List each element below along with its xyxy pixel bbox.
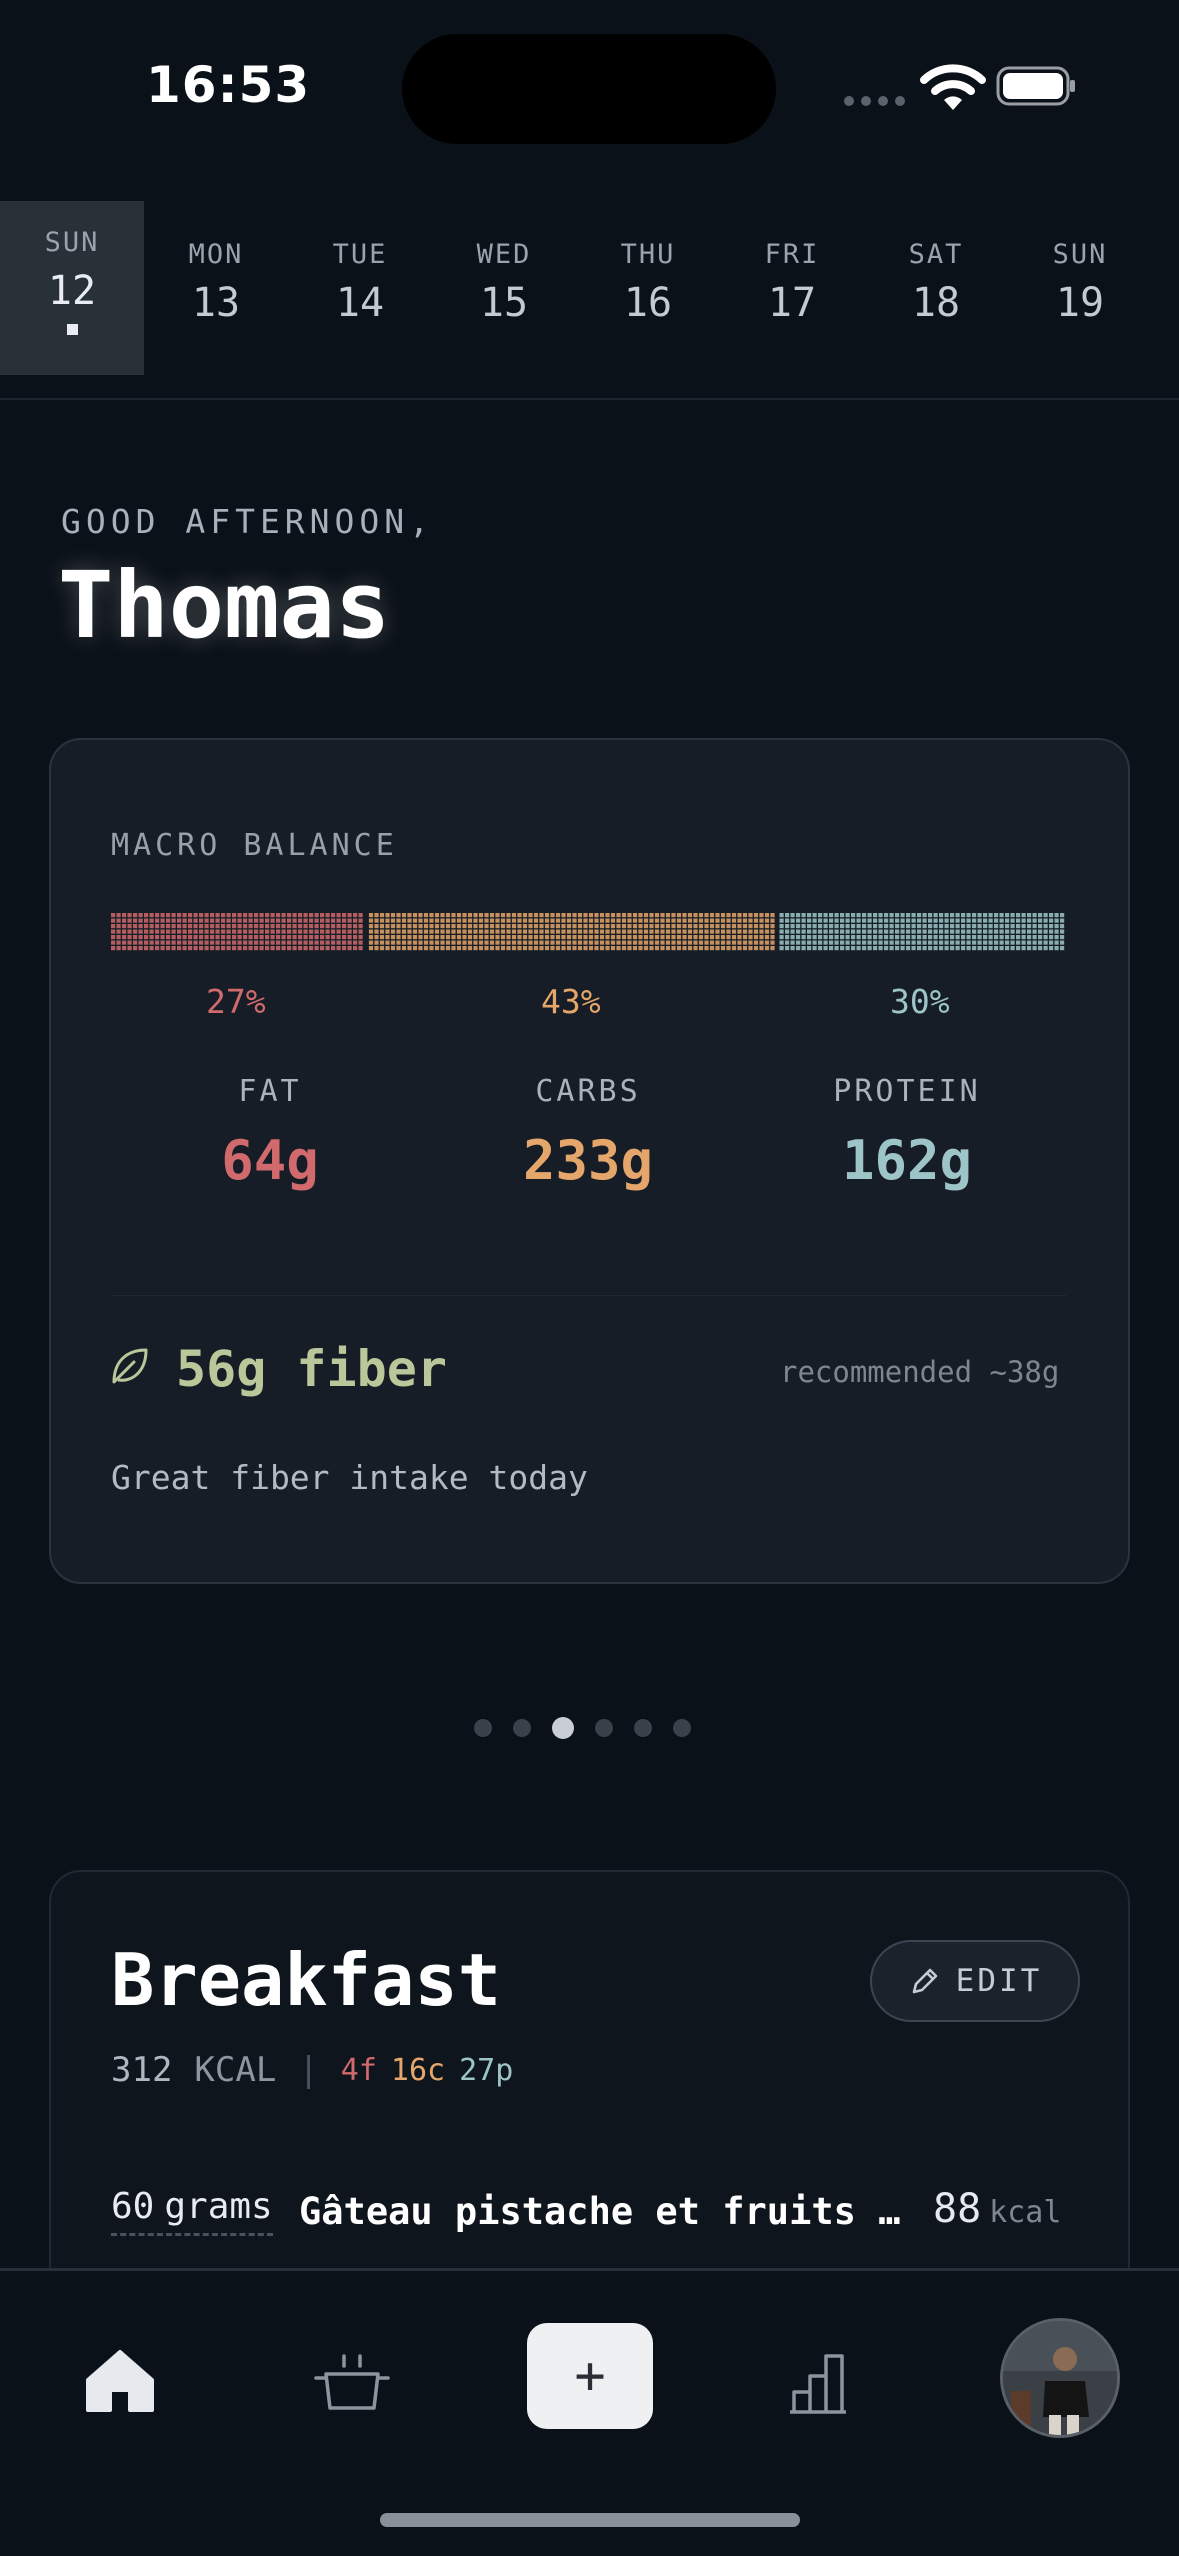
date-tue-14[interactable]: TUE 14 bbox=[288, 201, 432, 375]
dynamic-island bbox=[402, 34, 776, 144]
home-icon[interactable] bbox=[80, 2340, 160, 2420]
day-name: SUN bbox=[1052, 239, 1108, 270]
macro-bar-carbs bbox=[368, 913, 775, 951]
status-time: 16:53 bbox=[146, 56, 311, 114]
day-name: THU bbox=[620, 239, 676, 270]
battery-icon bbox=[996, 66, 1075, 106]
date-sun-12[interactable]: SUN 12 bbox=[0, 201, 144, 375]
day-name: WED bbox=[476, 239, 532, 270]
macro-bar-fat bbox=[111, 913, 363, 951]
meal-title: Breakfast bbox=[111, 1938, 502, 2022]
day-number: 16 bbox=[623, 280, 673, 326]
food-kcal: 88 kcal bbox=[933, 2186, 1061, 2232]
quantity-value: 60 bbox=[111, 2186, 155, 2227]
day-number: 19 bbox=[1055, 280, 1105, 326]
page-dot[interactable] bbox=[513, 1719, 531, 1737]
day-number: 13 bbox=[191, 280, 241, 326]
page-dot[interactable] bbox=[634, 1719, 652, 1737]
date-strip: SUN 12 MON 13 TUE 14 WED 15 THU 16 FRI 1… bbox=[0, 201, 1179, 375]
pot-icon[interactable] bbox=[312, 2340, 392, 2420]
date-wed-15[interactable]: WED 15 bbox=[432, 201, 576, 375]
separator: | bbox=[298, 2050, 319, 2090]
add-icon: + bbox=[574, 2346, 606, 2406]
leaf-icon bbox=[112, 1348, 148, 1384]
macro-carbs: CARBS 233g bbox=[458, 1074, 718, 1192]
fat-percent: 27% bbox=[206, 982, 266, 1021]
day-number: 14 bbox=[335, 280, 385, 326]
protein-percent: 30% bbox=[890, 982, 950, 1021]
meal-protein: 27p bbox=[459, 2052, 514, 2088]
fiber-value: 56g fiber bbox=[176, 1340, 447, 1398]
day-name: MON bbox=[188, 239, 244, 270]
today-indicator bbox=[66, 324, 78, 335]
fiber-recommended: recommended ~38g bbox=[780, 1355, 1060, 1389]
meal-kcal: 312 bbox=[111, 2050, 173, 2090]
macro-label: PROTEIN bbox=[833, 1074, 981, 1109]
day-name: SAT bbox=[908, 239, 964, 270]
macro-bar-protein bbox=[779, 913, 1065, 951]
food-kcal-unit: kcal bbox=[989, 2195, 1062, 2230]
user-name: Thomas bbox=[58, 552, 391, 659]
food-kcal-value: 88 bbox=[933, 2186, 982, 2232]
macro-balance-bar bbox=[111, 913, 1065, 951]
day-number: 12 bbox=[47, 268, 97, 314]
date-thu-16[interactable]: THU 16 bbox=[576, 201, 720, 375]
macro-value: 233g bbox=[522, 1129, 654, 1192]
page-indicator[interactable] bbox=[474, 1717, 691, 1739]
signal-icon bbox=[844, 96, 905, 106]
macro-label: CARBS bbox=[535, 1074, 641, 1109]
food-quantity[interactable]: 60 grams bbox=[111, 2186, 273, 2236]
meal-kcal-unit: KCAL bbox=[194, 2050, 277, 2090]
meal-summary: 312 KCAL | 4f 16c 27p bbox=[111, 2050, 513, 2090]
meal-carbs: 16c bbox=[390, 2052, 446, 2088]
wifi-icon bbox=[920, 64, 986, 110]
meal-fat: 4f bbox=[340, 2052, 377, 2088]
macro-protein: PROTEIN 162g bbox=[777, 1074, 1037, 1192]
day-number: 17 bbox=[767, 280, 817, 326]
day-number: 18 bbox=[911, 280, 961, 326]
add-button[interactable]: + bbox=[527, 2323, 653, 2429]
card-title: MACRO BALANCE bbox=[111, 828, 398, 863]
fiber-note: Great fiber intake today bbox=[111, 1458, 588, 1497]
macro-value: 64g bbox=[221, 1129, 319, 1192]
quantity-unit: grams bbox=[164, 2186, 273, 2227]
page-dot[interactable] bbox=[474, 1719, 492, 1737]
date-sun-19[interactable]: SUN 19 bbox=[1008, 201, 1152, 375]
macro-fat: FAT 64g bbox=[140, 1074, 400, 1192]
edit-button[interactable]: EDIT bbox=[870, 1940, 1080, 2022]
page-dot[interactable] bbox=[552, 1717, 574, 1739]
carbs-percent: 43% bbox=[541, 982, 601, 1021]
edit-label: EDIT bbox=[955, 1963, 1043, 1999]
pencil-icon bbox=[912, 1968, 937, 1994]
day-number: 15 bbox=[479, 280, 529, 326]
day-name: SUN bbox=[44, 227, 100, 258]
macro-value: 162g bbox=[841, 1129, 973, 1192]
page-dot[interactable] bbox=[595, 1719, 613, 1737]
page-dot[interactable] bbox=[673, 1719, 691, 1737]
divider bbox=[0, 398, 1179, 400]
date-mon-13[interactable]: MON 13 bbox=[144, 201, 288, 375]
macro-label: FAT bbox=[238, 1074, 302, 1109]
greeting-line: GOOD AFTERNOON, bbox=[61, 502, 435, 541]
date-fri-17[interactable]: FRI 17 bbox=[720, 201, 864, 375]
avatar[interactable] bbox=[1000, 2318, 1120, 2438]
food-name[interactable]: Gâteau pistache et fruits rouges bbox=[299, 2190, 919, 2233]
day-name: TUE bbox=[332, 239, 388, 270]
date-sat-18[interactable]: SAT 18 bbox=[864, 201, 1008, 375]
stats-icon[interactable] bbox=[784, 2340, 864, 2420]
day-name: FRI bbox=[764, 239, 820, 270]
divider bbox=[111, 1295, 1066, 1296]
home-indicator bbox=[380, 2513, 800, 2527]
